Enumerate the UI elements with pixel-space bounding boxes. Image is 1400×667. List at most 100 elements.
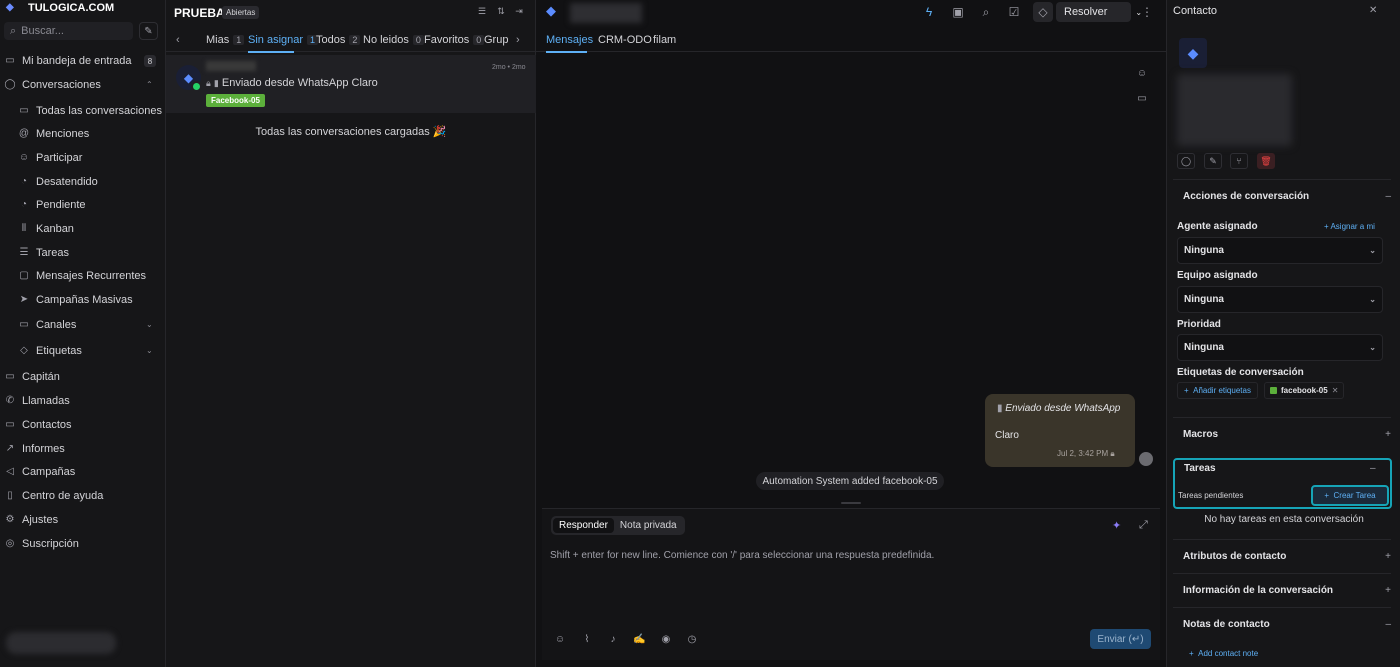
chevron-up-icon[interactable]: ⌃ [146, 80, 153, 89]
tab-grupo[interactable]: Grupo [484, 34, 508, 46]
tag-icon[interactable]: ◇ [1033, 2, 1053, 22]
private-note-button[interactable]: Nota privada [614, 518, 683, 533]
tab-mensajes[interactable]: Mensajes [546, 34, 593, 46]
sidebar-item-etiquetas[interactable]: ◇ Etiquetas [18, 340, 82, 361]
collapse-icon[interactable]: – [1385, 619, 1391, 630]
sidebar-item-campanas-masivas[interactable]: ➤ Campañas Masivas [18, 289, 133, 310]
tabs-next-icon[interactable]: › [516, 34, 520, 46]
message-icon[interactable]: ◯ [1177, 153, 1195, 169]
chevron-down-icon[interactable]: ⌄ [146, 346, 153, 355]
clock-icon[interactable]: ◷ [686, 634, 698, 645]
at-icon[interactable]: ◉ [660, 634, 672, 645]
tab-sin-asignar[interactable]: Sin asignar 1 [248, 34, 319, 46]
search-icon[interactable]: ⌕ [979, 5, 993, 20]
tab-todos[interactable]: Todos 2 [316, 34, 361, 46]
sidebar-item-menciones[interactable]: @ Menciones [18, 123, 89, 144]
sidebar-item-ajustes[interactable]: ⚙ Ajustes [4, 509, 59, 530]
sidebar-item-tareas[interactable]: ☰ Tareas [18, 242, 70, 263]
no-tasks-message: No hay tareas en esta conversación [1204, 514, 1364, 525]
expand-icon[interactable]: + [1385, 585, 1391, 596]
assign-me-link[interactable]: + Asignar a mi [1324, 222, 1375, 231]
sidebar-item-canales[interactable]: ▭ Canales [18, 314, 76, 335]
sidebar-item-centro-ayuda[interactable]: ▯ Centro de ayuda [4, 485, 103, 506]
collapse-icon[interactable]: ⇥ [512, 6, 526, 19]
sidebar-item-capitan[interactable]: ▭ Capitán [4, 366, 60, 387]
filter-icon[interactable]: ☰ [475, 6, 489, 19]
tab-crm-odo[interactable]: CRM-ODO [598, 34, 652, 46]
expand-icon[interactable]: + [1385, 429, 1391, 440]
team-select[interactable]: Ninguna ⌄ [1177, 286, 1383, 313]
contact-info-icon[interactable]: ☺ [1136, 68, 1148, 80]
at-icon: @ [18, 128, 30, 139]
tabs-prev-icon[interactable]: ‹ [176, 34, 180, 46]
contact-avatar[interactable]: ◆ [546, 3, 556, 19]
collapse-icon[interactable]: – [1385, 191, 1391, 202]
brand[interactable]: ◆ TULOGICA.COM [6, 1, 114, 15]
send-button[interactable]: Enviar (↵) [1090, 629, 1151, 649]
sidebar-item-contactos[interactable]: ▭ Contactos [4, 414, 71, 435]
sidebar-item-suscripcion[interactable]: ◎ Suscripción [4, 533, 79, 554]
sidebar-item-desatendido[interactable]: ◔ Desatendido [18, 171, 98, 192]
bot-icon[interactable]: ▣ [951, 5, 965, 19]
create-task-button[interactable]: + Crear Tarea [1311, 485, 1389, 506]
section-macros[interactable]: Macros + [1173, 417, 1391, 450]
user-profile[interactable] [6, 632, 116, 654]
tab-filam[interactable]: filam [653, 34, 676, 46]
sidebar-item-todas[interactable]: ▭ Todas las conversaciones [18, 100, 162, 121]
section-notas[interactable]: Notas de contacto – [1173, 607, 1391, 640]
status-badge[interactable]: Abiertas [222, 6, 260, 19]
merge-icon[interactable]: ⑂ [1230, 153, 1248, 169]
compose-button[interactable]: ✎ [139, 22, 158, 40]
delete-icon[interactable]: 🗑︎ [1257, 153, 1275, 169]
sidebar-item-kanban[interactable]: ⫴ Kanban [18, 218, 74, 239]
reply-mode-button[interactable]: Responder [553, 518, 614, 533]
reply-input[interactable]: Shift + enter for new line. Comience con… [550, 550, 934, 561]
section-info-conversacion[interactable]: Información de la conversación + [1173, 573, 1391, 606]
sidebar-item-mensajes-recurrentes[interactable]: ▢ Mensajes Recurrentes [18, 265, 146, 286]
lightning-icon[interactable]: ϟ [922, 5, 936, 19]
emoji-icon[interactable]: ☺ [554, 634, 566, 645]
sidebar-item-llamadas[interactable]: ✆ Llamadas [4, 390, 70, 411]
add-tags-button[interactable]: + Añadir etiquetas [1177, 382, 1258, 399]
inbox-title: PRUEBA [174, 6, 225, 20]
sidebar-item-participar[interactable]: ☺ Participar [18, 147, 83, 168]
ai-sparkle-icon[interactable]: ✦ [1112, 519, 1121, 532]
sidebar-item-campanas[interactable]: ◁ Campañas [4, 461, 75, 482]
more-options-icon[interactable]: ⋮ [1140, 5, 1154, 19]
sort-icon[interactable]: ⇅ [494, 6, 508, 19]
chat-toggle-icon[interactable]: ▭ [1136, 93, 1148, 105]
remove-tag-icon[interactable]: ✕ [1332, 386, 1339, 395]
kanban-icon: ⫴ [21, 223, 27, 234]
expand-icon[interactable]: ⤢ [1139, 519, 1148, 532]
checklist-icon: ☰ [19, 247, 29, 258]
sidebar-item-label: Ajustes [22, 513, 59, 526]
add-contact-note-link[interactable]: + Add contact note [1189, 649, 1258, 658]
search-input[interactable]: ⌕ Buscar... [4, 22, 133, 40]
edit-icon[interactable]: ✎ [1204, 153, 1222, 169]
collapse-icon[interactable]: – [1370, 463, 1376, 474]
microphone-icon[interactable]: ♪ [607, 634, 619, 645]
chevron-down-icon[interactable]: ⌄ [146, 320, 153, 329]
resize-handle[interactable] [841, 502, 861, 504]
tab-favoritos[interactable]: Favoritos 0 [424, 34, 485, 46]
tab-mias[interactable]: Mias 1 [206, 34, 245, 46]
checkbox-icon[interactable]: ☑ [1007, 5, 1021, 19]
agent-select[interactable]: Ninguna ⌄ [1177, 237, 1383, 264]
sidebar-item-pendiente[interactable]: ◔ Pendiente [18, 194, 86, 215]
tab-no-leidos[interactable]: No leidos 0 [363, 34, 424, 46]
conversation-item[interactable]: ◆ 2mo • 2mo 🔒︎ ▮ Enviado desde WhatsApp … [166, 55, 536, 113]
sidebar-item-informes[interactable]: ↗ Informes [4, 438, 65, 459]
close-icon[interactable]: ✕ [1369, 5, 1377, 16]
chart-icon: ↗ [5, 443, 15, 454]
signature-icon[interactable]: ✍ [633, 634, 645, 645]
sidebar-item-inbox[interactable]: ▭ Mi bandeja de entrada [4, 50, 131, 71]
clock-icon: ◔ [20, 199, 28, 210]
section-acciones[interactable]: Acciones de conversación – [1173, 179, 1391, 212]
section-atributos[interactable]: Atributos de contacto + [1173, 539, 1391, 572]
tab-label: No leidos [363, 34, 409, 46]
sidebar-item-conversations[interactable]: ◯ Conversaciones [4, 74, 100, 95]
expand-icon[interactable]: + [1385, 551, 1391, 562]
resolve-button[interactable]: Resolver ⌄ [1056, 2, 1142, 22]
attachment-icon[interactable]: ⌇ [581, 634, 593, 645]
priority-select[interactable]: Ninguna ⌄ [1177, 334, 1383, 361]
